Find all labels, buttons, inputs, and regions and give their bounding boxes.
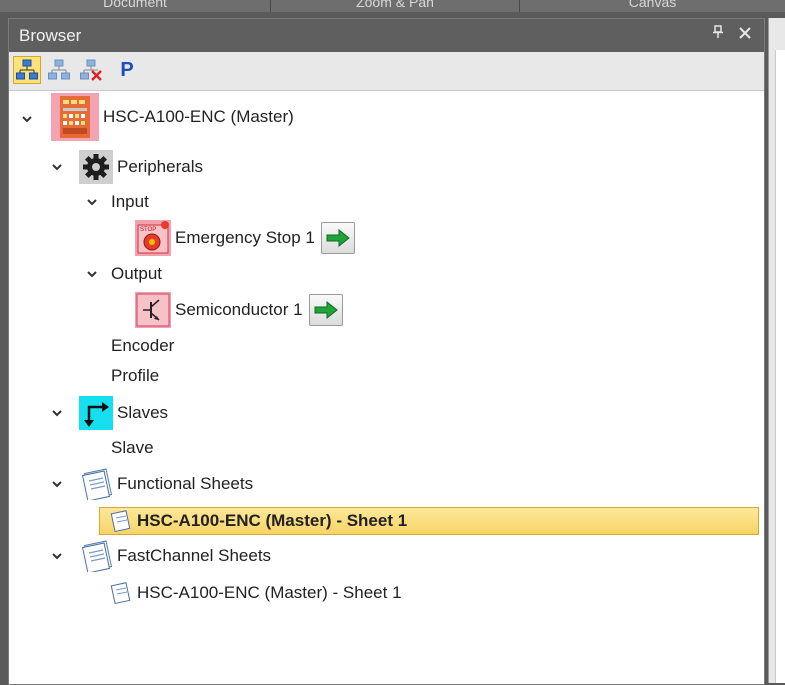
- network-remove-icon: [80, 59, 102, 81]
- sheet-stack-icon: [81, 468, 113, 500]
- tree-node-output[interactable]: Output: [111, 260, 162, 288]
- tree-node-label: HSC-A100-ENC (Master) - Sheet 1: [137, 511, 408, 530]
- tree-node-label: HSC-A100-ENC (Master) - Sheet 1: [137, 583, 402, 602]
- network-disabled-button[interactable]: [45, 56, 73, 84]
- tree-node-encoder[interactable]: Encoder: [111, 332, 174, 360]
- tree-node-profile[interactable]: Profile: [111, 362, 159, 390]
- network-disabled-icon: [48, 59, 70, 80]
- tree-node-emergency-stop[interactable]: STOP Emergency Stop 1: [135, 220, 355, 256]
- gear-icon: [79, 150, 113, 184]
- tree-node-label: Semiconductor 1: [175, 300, 303, 319]
- browser-panel: Browser P HSC-A100-ENC (Master) Peripher…: [8, 18, 765, 685]
- canvas-area: [775, 50, 785, 683]
- tree-node-label: Profile: [111, 366, 160, 385]
- document-tab-strip: Document Zoom & Pan Canvas: [0, 0, 785, 12]
- tab-canvas[interactable]: Canvas: [520, 0, 785, 12]
- chevron-down-icon[interactable]: [50, 406, 64, 420]
- pin-icon[interactable]: [709, 25, 727, 45]
- go-to-button[interactable]: [320, 222, 355, 254]
- chevron-down-icon[interactable]: [85, 195, 99, 209]
- go-to-button[interactable]: [308, 294, 343, 326]
- emergency-stop-icon: STOP: [135, 220, 171, 256]
- arrow-right-icon: [314, 301, 338, 319]
- browser-toolbar: P: [9, 52, 764, 91]
- tree-node-semiconductor[interactable]: Semiconductor 1: [135, 292, 343, 328]
- network-view-button[interactable]: [13, 56, 41, 84]
- network-tree-icon: [16, 59, 38, 80]
- tree-node-label: Functional Sheets: [117, 474, 254, 493]
- panel-header: Browser: [9, 19, 764, 52]
- tree-node-label: Output: [111, 264, 163, 283]
- p-button[interactable]: P: [113, 56, 141, 84]
- tree-node-label: FastChannel Sheets: [117, 546, 272, 565]
- chevron-down-icon[interactable]: [50, 160, 64, 174]
- p-icon: P: [120, 58, 134, 81]
- tree-node-label: HSC-A100-ENC (Master): [103, 107, 294, 126]
- tree-node-slaves[interactable]: Slaves: [79, 395, 168, 431]
- canvas-panel-edge: [768, 18, 785, 683]
- tree-node-label: Encoder: [111, 336, 175, 355]
- sheet-icon: [110, 510, 131, 533]
- tree-node-label: Slave: [111, 438, 154, 457]
- tree-node-functional-sheets[interactable]: Functional Sheets: [79, 467, 253, 501]
- tree-node-label: Input: [111, 192, 149, 211]
- tree-node-label: Peripherals: [117, 157, 203, 176]
- tree-node-input[interactable]: Input: [111, 188, 149, 216]
- chevron-down-icon[interactable]: [50, 549, 64, 563]
- tree-node-fastchannel-sheets[interactable]: FastChannel Sheets: [79, 539, 271, 573]
- tree-node-master[interactable]: HSC-A100-ENC (Master): [51, 91, 294, 143]
- tab-document[interactable]: Document: [0, 0, 271, 12]
- panel-title: Browser: [19, 26, 82, 45]
- chevron-down-icon[interactable]: [20, 112, 34, 126]
- browser-tree: HSC-A100-ENC (Master) Peripherals Input: [9, 91, 764, 684]
- tree-node-slave[interactable]: Slave: [111, 434, 154, 462]
- network-remove-button[interactable]: [77, 56, 105, 84]
- chevron-down-icon[interactable]: [50, 477, 64, 491]
- safety-controller-icon: [51, 93, 99, 141]
- tree-node-peripherals[interactable]: Peripherals: [79, 149, 203, 185]
- tab-zoom-pan[interactable]: Zoom & Pan: [271, 0, 520, 12]
- sheet-stack-icon: [81, 540, 113, 572]
- tree-node-fastchannel-sheet-1[interactable]: HSC-A100-ENC (Master) - Sheet 1: [109, 579, 402, 607]
- transistor-icon: [135, 292, 171, 328]
- tree-node-label: Emergency Stop 1: [175, 228, 315, 247]
- slaves-arrow-icon: [79, 396, 113, 430]
- close-icon[interactable]: [736, 25, 754, 45]
- arrow-right-icon: [326, 229, 350, 247]
- tree-node-functional-sheet-1[interactable]: HSC-A100-ENC (Master) - Sheet 1: [109, 507, 407, 535]
- svg-text:STOP: STOP: [140, 227, 156, 233]
- tree-node-label: Slaves: [117, 403, 169, 422]
- sheet-icon: [110, 582, 131, 605]
- chevron-down-icon[interactable]: [85, 267, 99, 281]
